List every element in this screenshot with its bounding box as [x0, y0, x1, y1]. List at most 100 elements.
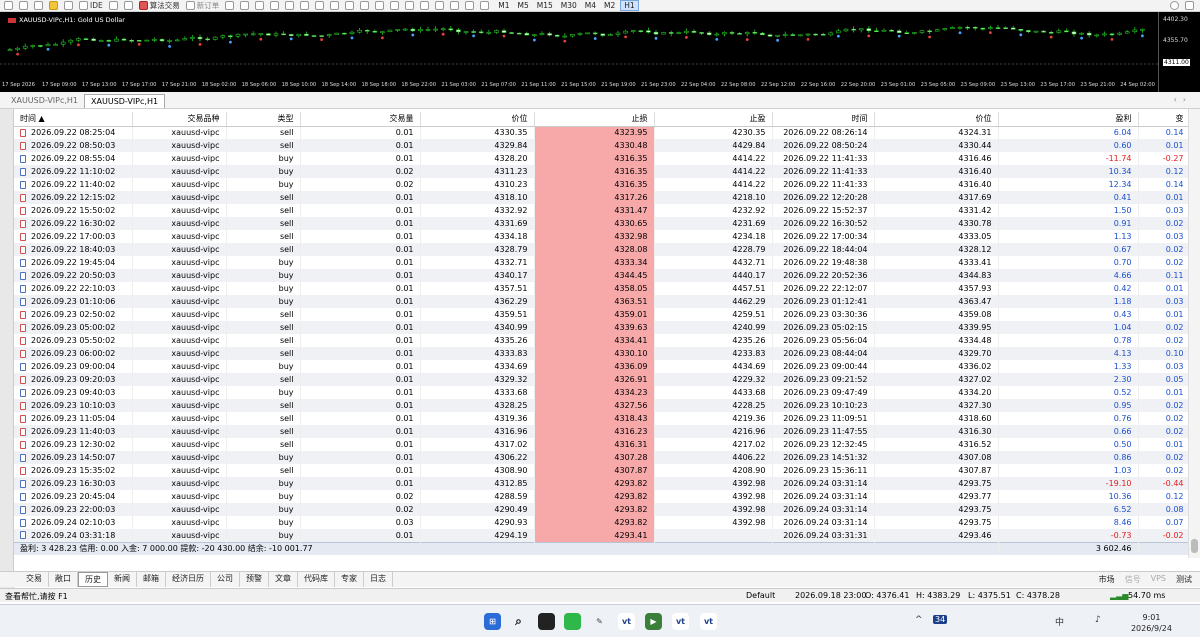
navigator-icon[interactable]: [64, 1, 73, 10]
table-row[interactable]: 2026.09.23 16:30:03 xauusd-vipc buy 0.01 431…: [14, 477, 1190, 490]
column-header[interactable]: 类型: [226, 112, 301, 127]
table-row[interactable]: 2026.09.23 01:10:06 xauusd-vipc buy 0.01 436…: [14, 295, 1190, 308]
table-row[interactable]: 2026.09.23 11:40:03 xauusd-vipc sell 0.01 43…: [14, 425, 1190, 438]
period-m15[interactable]: M15: [534, 1, 556, 10]
zoom-out-icon[interactable]: [285, 1, 295, 10]
table-row[interactable]: 2026.09.23 20:45:04 xauusd-vipc buy 0.02 428…: [14, 490, 1190, 503]
signal-icon[interactable]: [108, 1, 118, 10]
search-taskbar-icon[interactable]: ⌕: [510, 613, 527, 630]
text-tool-icon[interactable]: [465, 1, 475, 10]
crosshair-icon[interactable]: [390, 1, 400, 10]
signals-link[interactable]: 信号: [1125, 574, 1141, 585]
column-header[interactable]: 价位: [874, 112, 999, 127]
media-icon[interactable]: ▶: [645, 613, 662, 630]
table-row[interactable]: 2026.09.23 05:00:02 xauusd-vipc sell 0.01 43…: [14, 321, 1190, 334]
table-row[interactable]: 2026.09.22 08:50:03 xauusd-vipc sell 0.01 43…: [14, 139, 1190, 152]
column-header[interactable]: 交易量: [300, 112, 421, 127]
coin-icon[interactable]: [49, 1, 58, 10]
line-chart-icon[interactable]: [255, 1, 265, 10]
wechat-icon[interactable]: [564, 613, 581, 630]
templates-icon[interactable]: [19, 1, 28, 10]
vertical-line-icon[interactable]: [405, 1, 415, 10]
chart-shift-icon[interactable]: [330, 1, 340, 10]
table-row[interactable]: 2026.09.23 15:35:02 xauusd-vipc sell 0.01 43…: [14, 464, 1190, 477]
toolbox-tab[interactable]: 新闻: [108, 572, 137, 587]
settings-icon[interactable]: [1185, 1, 1194, 10]
period-m4[interactable]: M4: [582, 1, 599, 10]
tester-link[interactable]: 测试: [1176, 574, 1192, 585]
table-row[interactable]: 2026.09.22 19:45:04 xauusd-vipc buy 0.01 433…: [14, 256, 1190, 269]
algo-trading-button[interactable]: 算法交易: [138, 0, 180, 11]
pen-app-icon[interactable]: ✎: [591, 613, 608, 630]
vertical-scrollbar[interactable]: [1188, 109, 1200, 558]
chart-tab[interactable]: XAUUSD-VIPc,H1: [5, 94, 84, 108]
system-clock[interactable]: 9:01 2026/9/24: [1131, 612, 1172, 634]
toolbox-tab[interactable]: 经济日历: [166, 572, 211, 587]
scroll-thumb[interactable]: [1191, 539, 1198, 553]
table-row[interactable]: 2026.09.22 16:30:02 xauusd-vipc sell 0.01 43…: [14, 217, 1190, 230]
tray-app-badge[interactable]: 34: [933, 615, 948, 624]
table-row[interactable]: 2026.09.23 02:50:02 xauusd-vipc sell 0.01 43…: [14, 308, 1190, 321]
column-header[interactable]: 交易品种: [132, 112, 227, 127]
table-row[interactable]: 2026.09.24 03:31:18 xauusd-vipc buy 0.01 429…: [14, 529, 1190, 542]
mt5-vt-icon-2[interactable]: vt: [672, 613, 689, 630]
cloud-icon[interactable]: [123, 1, 133, 10]
table-row[interactable]: 2026.09.23 12:30:02 xauusd-vipc sell 0.01 43…: [14, 438, 1190, 451]
table-row[interactable]: 2026.09.22 11:40:02 xauusd-vipc buy 0.02 431…: [14, 178, 1190, 191]
table-row[interactable]: 2026.09.23 06:00:02 xauusd-vipc sell 0.01 43…: [14, 347, 1190, 360]
search-icon[interactable]: [1170, 1, 1179, 10]
vps-link[interactable]: VPS: [1151, 574, 1166, 585]
trendline-icon[interactable]: [435, 1, 445, 10]
cursor-icon[interactable]: [375, 1, 385, 10]
table-row[interactable]: 2026.09.23 09:00:04 xauusd-vipc buy 0.01 433…: [14, 360, 1190, 373]
horizontal-line-icon[interactable]: [420, 1, 430, 10]
table-row[interactable]: 2026.09.22 11:10:02 xauusd-vipc buy 0.02 431…: [14, 165, 1190, 178]
toolbox-tab[interactable]: 专家: [335, 572, 364, 587]
mt5-vt-icon-3[interactable]: vt: [700, 613, 717, 630]
table-row[interactable]: 2026.09.22 22:10:03 xauusd-vipc buy 0.01 435…: [14, 282, 1190, 295]
table-row[interactable]: 2026.09.23 09:40:03 xauusd-vipc buy 0.01 433…: [14, 386, 1190, 399]
table-row[interactable]: 2026.09.23 10:10:03 xauusd-vipc sell 0.01 43…: [14, 399, 1190, 412]
period-m1[interactable]: M1: [495, 1, 512, 10]
table-row[interactable]: 2026.09.22 20:50:03 xauusd-vipc buy 0.01 434…: [14, 269, 1190, 282]
toolbox-tab[interactable]: 预警: [240, 572, 269, 587]
column-header[interactable]: 变: [1138, 112, 1190, 127]
indicators-icon[interactable]: [345, 1, 355, 10]
toolbox-tab[interactable]: 日志: [364, 572, 393, 587]
toolbox-tab[interactable]: 敞口: [49, 572, 78, 587]
shapes-icon[interactable]: [480, 1, 490, 10]
ide-button[interactable]: IDE: [79, 1, 103, 10]
table-row[interactable]: 2026.09.22 17:00:03 xauusd-vipc sell 0.01 43…: [14, 230, 1190, 243]
market-link[interactable]: 市场: [1099, 574, 1115, 585]
period-m5[interactable]: M5: [514, 1, 531, 10]
period-m2[interactable]: M2: [601, 1, 618, 10]
toolbox-tab[interactable]: 代码库: [298, 572, 335, 587]
mt5-vt-icon[interactable]: vt: [618, 613, 635, 630]
start-icon[interactable]: ⊞: [484, 613, 501, 630]
period-m30[interactable]: M30: [558, 1, 580, 10]
zoom-in-icon[interactable]: [270, 1, 280, 10]
toolbox-tab[interactable]: 历史: [78, 572, 108, 587]
table-row[interactable]: 2026.09.23 09:20:03 xauusd-vipc sell 0.01 43…: [14, 373, 1190, 386]
column-header[interactable]: 止损: [534, 112, 655, 127]
tile-windows-icon[interactable]: [300, 1, 310, 10]
toolbox-tab[interactable]: 文章: [269, 572, 298, 587]
volume-icon[interactable]: ♪: [1095, 615, 1101, 625]
table-row[interactable]: 2026.09.23 14:50:07 xauusd-vipc buy 0.01 430…: [14, 451, 1190, 464]
column-header[interactable]: 时间 ▲: [14, 112, 133, 127]
column-header[interactable]: 止盈: [654, 112, 773, 127]
table-row[interactable]: 2026.09.24 02:10:03 xauusd-vipc buy 0.03 429…: [14, 516, 1190, 529]
table-row[interactable]: 2026.09.22 12:15:02 xauusd-vipc sell 0.01 43…: [14, 191, 1190, 204]
autoscroll-icon[interactable]: [315, 1, 325, 10]
new-order-button[interactable]: 新订单: [185, 0, 219, 11]
chart-tab-active[interactable]: XAUUSD-VIPc,H1: [84, 94, 166, 108]
profile-icon[interactable]: [34, 1, 43, 10]
table-row[interactable]: 2026.09.22 08:55:04 xauusd-vipc buy 0.01 432…: [14, 152, 1190, 165]
tray-chevron-icon[interactable]: ^: [915, 615, 923, 625]
ime-indicator[interactable]: 中: [1055, 615, 1064, 628]
toolbox-tab[interactable]: 公司: [211, 572, 240, 587]
toolbox-tab[interactable]: 交易: [20, 572, 49, 587]
price-chart[interactable]: XAUUSD-VIPc,H1: Gold US Dollar 4402.30 4…: [0, 12, 1200, 92]
toolbox-tab[interactable]: 邮箱: [137, 572, 166, 587]
channel-icon[interactable]: [450, 1, 460, 10]
